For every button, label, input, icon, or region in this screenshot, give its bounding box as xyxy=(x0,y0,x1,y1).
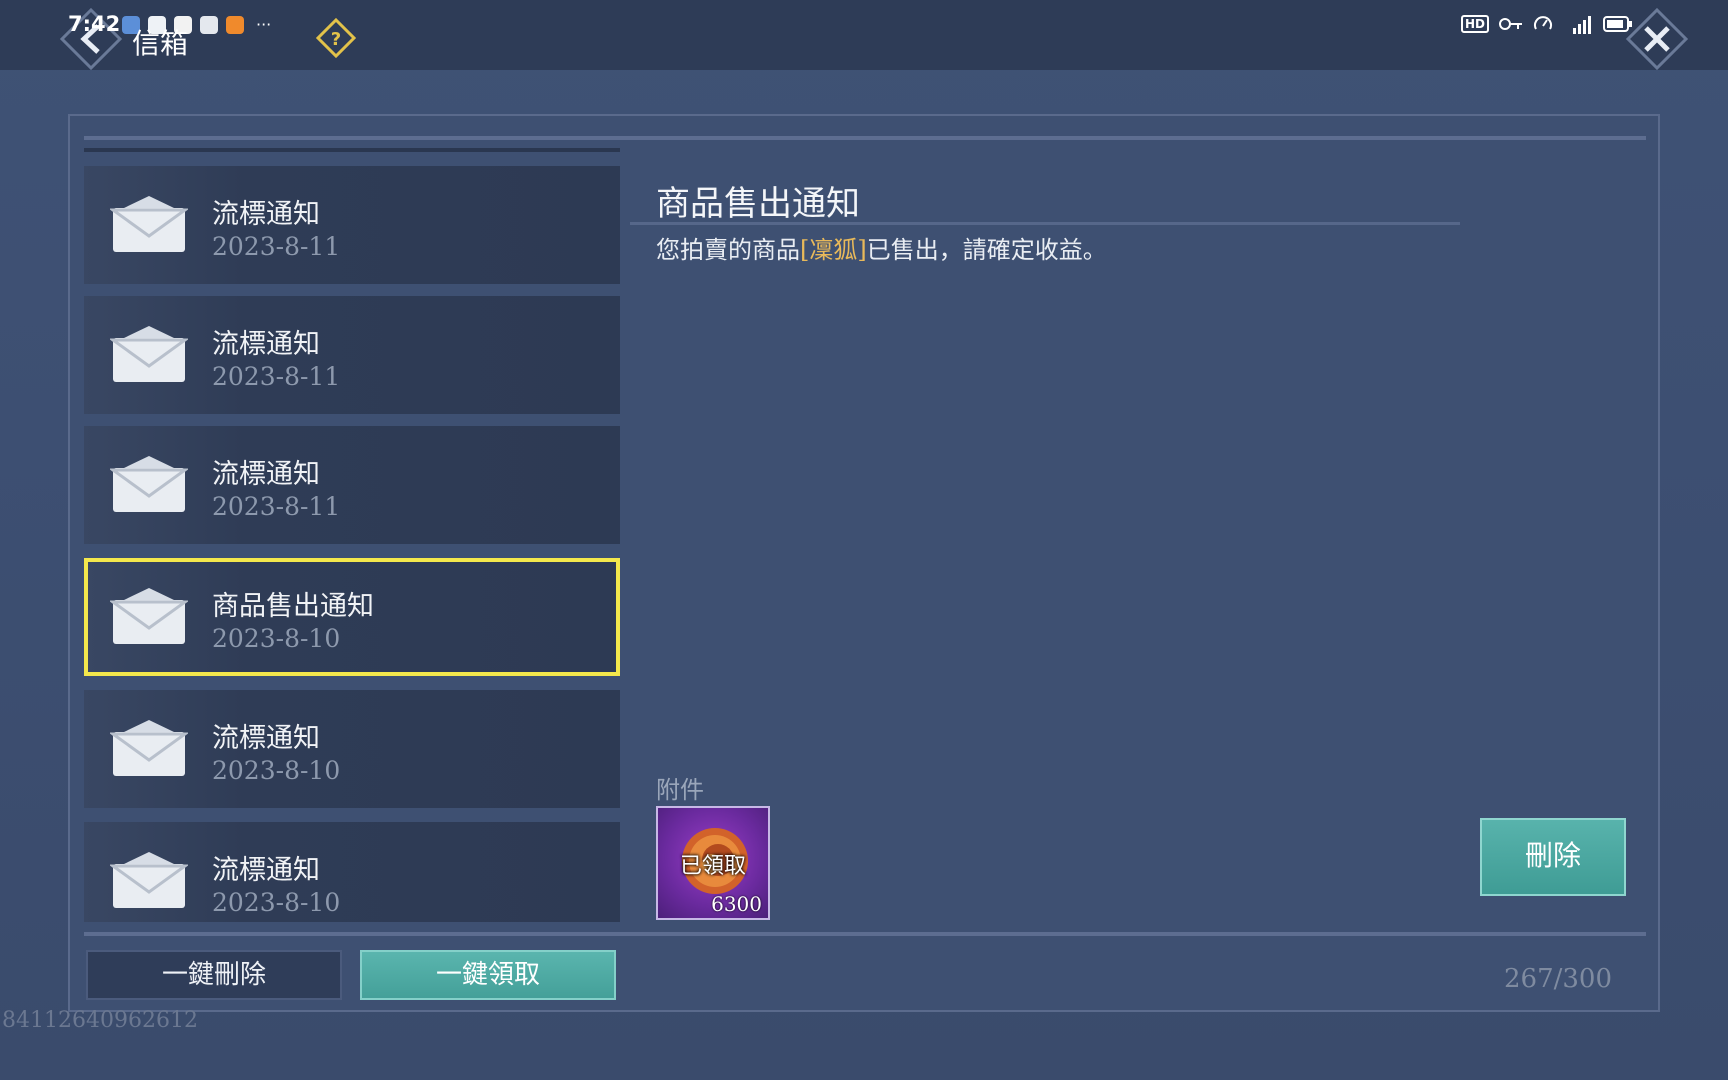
mail-item[interactable]: 流標通知 2023-8-10 xyxy=(84,822,620,922)
speed-icon xyxy=(1534,16,1552,30)
envelope-icon xyxy=(110,852,188,908)
mail-title: 流標通知 xyxy=(212,199,320,230)
mail-detail-body: 您拍賣的商品[凜狐]已售出，請確定收益。 xyxy=(656,230,1107,265)
mail-title: 流標通知 xyxy=(212,329,320,360)
mail-date: 2023-8-10 xyxy=(212,888,341,917)
mail-item[interactable]: 流標通知 2023-8-11 xyxy=(84,426,620,544)
divider xyxy=(84,932,1646,936)
hd-icon: HD xyxy=(1460,15,1489,33)
status-time: 7:42 xyxy=(68,12,121,36)
player-uid: 84112640962612 xyxy=(2,1008,198,1033)
game-icon xyxy=(226,15,244,34)
divider xyxy=(84,148,620,152)
mail-item[interactable]: 流標通知 2023-8-10 xyxy=(84,690,620,808)
mail-date: 2023-8-10 xyxy=(212,624,341,653)
envelope-icon xyxy=(110,588,188,644)
divider xyxy=(630,222,1460,225)
mail-item[interactable]: 流標通知 2023-8-11 xyxy=(84,296,620,414)
attachment-slot[interactable]: 已領取 6300 xyxy=(656,806,770,920)
item-name-highlight: [凜狐] xyxy=(800,236,867,264)
top-bar: 7:42 ··· 信箱 ? HD xyxy=(0,0,1728,70)
mail-title: 商品售出通知 xyxy=(212,591,374,622)
mail-date: 2023-8-11 xyxy=(212,232,341,261)
mail-item[interactable]: 流標通知 2023-8-11 xyxy=(84,166,620,284)
mail-item-selected[interactable]: 商品售出通知 2023-8-10 xyxy=(84,558,620,676)
mail-detail-title: 商品售出通知 xyxy=(656,184,860,224)
mail-date: 2023-8-10 xyxy=(212,756,341,785)
signal-icon xyxy=(1573,16,1591,34)
envelope-icon xyxy=(110,456,188,512)
body-text: 已售出，請確定收益。 xyxy=(866,236,1107,264)
delete-all-button[interactable]: 一鍵刪除 xyxy=(86,950,342,1000)
envelope-icon xyxy=(110,326,188,382)
more-notifications-icon: ··· xyxy=(256,15,272,34)
envelope-icon xyxy=(110,196,188,252)
help-icon[interactable]: ? xyxy=(316,18,356,58)
mail-date: 2023-8-11 xyxy=(212,362,341,391)
mail-date: 2023-8-11 xyxy=(212,492,341,521)
attachment-label: 附件 xyxy=(656,776,704,804)
svg-text:?: ? xyxy=(331,29,341,50)
key-icon xyxy=(1499,18,1522,30)
attachment-quantity: 6300 xyxy=(711,892,762,916)
mail-icon xyxy=(200,15,218,34)
mail-count: 267/300 xyxy=(1504,964,1613,994)
mail-title: 流標通知 xyxy=(212,459,320,490)
envelope-icon xyxy=(110,720,188,776)
mail-title: 流標通知 xyxy=(212,855,320,886)
mailbox-panel: 流標通知 2023-8-11 流標通知 2023-8-11 流標通知 2023-… xyxy=(68,114,1660,1012)
claim-all-button[interactable]: 一鍵領取 xyxy=(360,950,616,1000)
page-title: 信箱 xyxy=(132,27,189,60)
close-icon[interactable] xyxy=(1626,8,1688,70)
delete-button[interactable]: 刪除 xyxy=(1480,818,1626,896)
claimed-label: 已領取 xyxy=(679,854,746,879)
mail-title: 流標通知 xyxy=(212,723,320,754)
system-status: HD xyxy=(1460,14,1633,34)
body-text: 您拍賣的商品 xyxy=(656,236,800,264)
divider xyxy=(84,136,1646,140)
mail-list[interactable]: 流標通知 2023-8-11 流標通知 2023-8-11 流標通知 2023-… xyxy=(84,166,620,922)
